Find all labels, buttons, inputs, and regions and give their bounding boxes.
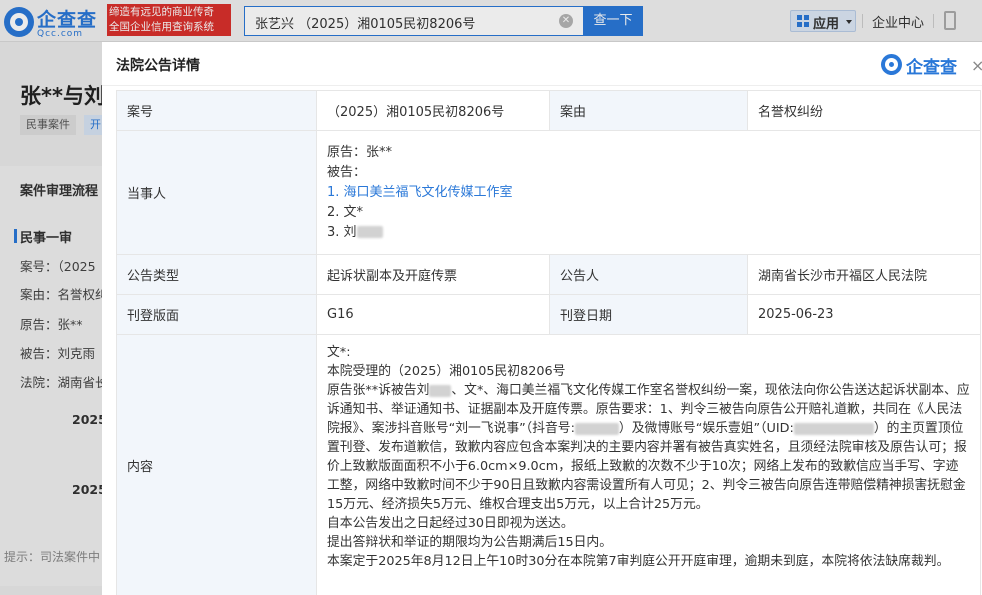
content-text: 原告张**诉被告刘	[327, 383, 430, 398]
case-no-link[interactable]: （2025）湘0105民初8206号	[316, 90, 550, 131]
redacted-mask	[356, 226, 383, 238]
content-line: 本案定于2025年8月12日上午10时30分在本院第7审判庭公开开庭审理，逾期未…	[327, 554, 950, 569]
redacted-mask	[793, 422, 874, 435]
modal-header: 法院公告详情 企查查 ×	[102, 42, 982, 86]
plaintiff: 原告：张**	[327, 144, 393, 160]
defendant: 2. 文*	[327, 204, 364, 220]
date-value: 2025-06-23	[747, 294, 981, 335]
date-label: 刊登日期	[549, 294, 748, 335]
type-value: 起诉状副本及开庭传票	[316, 254, 550, 295]
redacted-mask	[429, 384, 452, 397]
case-no-label: 案号	[116, 90, 317, 131]
defendant-link[interactable]: 1. 海口美兰福飞文化传媒工作室	[327, 183, 970, 203]
cause-value: 名誉权纠纷	[747, 90, 981, 131]
modal-title: 法院公告详情	[116, 58, 200, 74]
content-line: 本院受理的（2025）湘0105民初8206号	[327, 364, 566, 379]
table-row: 当事人 原告：张** 被告： 1. 海口美兰福飞文化传媒工作室 2. 文* 3.…	[116, 130, 981, 255]
content-text: ）及微博账号“娱乐壹姐”（UID:	[618, 421, 794, 436]
qcc-logo-icon	[881, 54, 902, 75]
defendant-label: 被告：	[327, 164, 367, 180]
logo-text: 企查查	[906, 58, 957, 78]
qcc-logo: 企查查	[881, 54, 963, 78]
cause-label: 案由	[549, 90, 748, 131]
content-line: 自本公告发出之日起经过30日即视为送达。	[327, 516, 574, 531]
announcer-value: 湖南省长沙市开福区人民法院	[747, 254, 981, 295]
court-notice-modal: 法院公告详情 企查查 × 案号 （2025）湘0105民初8206号 案由 名誉…	[102, 42, 982, 595]
table-row: 案号 （2025）湘0105民初8206号 案由 名誉权纠纷	[116, 90, 981, 131]
parties-label: 当事人	[116, 130, 317, 255]
table-row: 内容 文*: 本院受理的（2025）湘0105民初8206号 原告张**诉被告刘…	[116, 334, 981, 595]
type-label: 公告类型	[116, 254, 317, 295]
content-line: 提出答辩状和举证的期限均为公告期满后15日内。	[327, 535, 613, 550]
defendant-name: 3. 刘	[327, 224, 357, 240]
page-label: 刊登版面	[116, 294, 317, 335]
content-cell: 文*: 本院受理的（2025）湘0105民初8206号 原告张**诉被告刘 、文*…	[316, 334, 981, 595]
table-row: 刊登版面 G16 刊登日期 2025-06-23	[116, 294, 981, 335]
announcer-label: 公告人	[549, 254, 748, 295]
parties-cell: 原告：张** 被告： 1. 海口美兰福飞文化传媒工作室 2. 文* 3. 刘	[316, 130, 981, 255]
close-icon[interactable]: ×	[971, 56, 982, 75]
defendant: 3. 刘	[327, 223, 970, 243]
content-line: 文*:	[327, 345, 351, 360]
content-label: 内容	[116, 334, 317, 595]
page-value: G16	[316, 294, 550, 335]
redacted-mask	[574, 422, 619, 435]
table-row: 公告类型 起诉状副本及开庭传票 公告人 湖南省长沙市开福区人民法院	[116, 254, 981, 295]
content-paragraph: 原告张**诉被告刘 、文*、海口美兰福飞文化传媒工作室名誉权纠纷一案，现依法向你公…	[327, 381, 970, 514]
notice-detail-table: 案号 （2025）湘0105民初8206号 案由 名誉权纠纷 当事人 原告：张*…	[116, 90, 981, 595]
